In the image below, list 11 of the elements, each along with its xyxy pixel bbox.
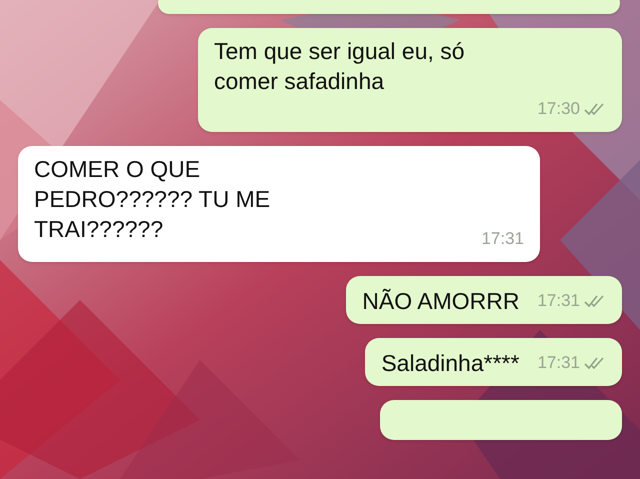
- double-check-icon: [584, 356, 606, 370]
- message-time: 17:31: [537, 290, 580, 312]
- message-text: Saladinha****: [381, 349, 520, 378]
- message-text: Tem que ser igual eu, só comer safadinha: [214, 37, 465, 96]
- double-check-icon: [584, 102, 606, 116]
- message-time: 17:31: [537, 352, 580, 374]
- message-text: NÃO AMORRR: [362, 287, 520, 316]
- message-text: COMER O QUE PEDRO?????? TU ME TRAI??????: [34, 155, 270, 244]
- double-check-icon: [584, 294, 606, 308]
- message-time: 17:31: [481, 228, 524, 250]
- message-time: 17:30: [537, 98, 580, 120]
